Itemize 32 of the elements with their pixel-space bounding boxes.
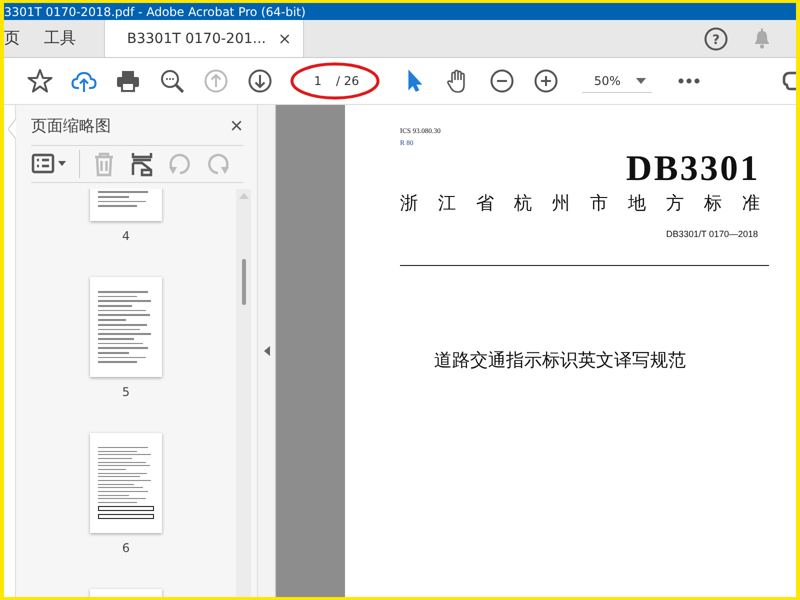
star-icon[interactable] — [26, 67, 54, 95]
page-thumbnail[interactable] — [90, 433, 162, 533]
tab[interactable]: 工具 — [44, 20, 98, 57]
scrollbar[interactable] — [236, 189, 251, 597]
scroll-thumb[interactable] — [242, 259, 246, 305]
current-page: 1 — [314, 74, 323, 88]
tab[interactable]: 页 — [4, 20, 44, 57]
close-tab-icon[interactable]: × — [278, 29, 292, 48]
list-options-icon[interactable] — [31, 150, 80, 178]
zoom-out-icon[interactable] — [488, 67, 516, 95]
page-number-label: 5 — [122, 385, 130, 399]
page-thumbnail[interactable] — [90, 277, 162, 377]
close-panel-button[interactable]: × — [230, 115, 243, 137]
search-icon[interactable] — [158, 67, 186, 95]
down-arrow-icon[interactable] — [246, 67, 274, 95]
standard-code: DB3301 — [624, 149, 760, 187]
page-number-label: 6 — [122, 541, 130, 555]
document-title: 道路交通指示标识英文译写规范 — [434, 349, 687, 372]
window-title: 3301T 0170-2018.pdf - Adobe Acrobat Pro (64-bit) — [4, 4, 306, 18]
collapse-arrow-icon[interactable] — [264, 346, 270, 356]
panel-title: 页面缩略图 — [31, 116, 111, 136]
help-icon[interactable]: ? — [704, 26, 728, 50]
issuer-heading: 浙江省杭州市地方标准 — [400, 192, 781, 215]
zoom-value: 50% — [594, 74, 621, 88]
standard-number: DB3301/T 0170—2018 — [665, 229, 758, 239]
page-total: / 26 — [336, 74, 360, 88]
zoom-in-icon[interactable] — [532, 67, 560, 95]
page-number-label: 4 — [122, 229, 130, 243]
zoom-dropdown[interactable]: 50% — [582, 70, 652, 92]
tab[interactable]: B3301T 0170-201... × — [104, 20, 304, 57]
more-icon[interactable] — [678, 78, 700, 84]
caret-icon — [636, 78, 646, 84]
